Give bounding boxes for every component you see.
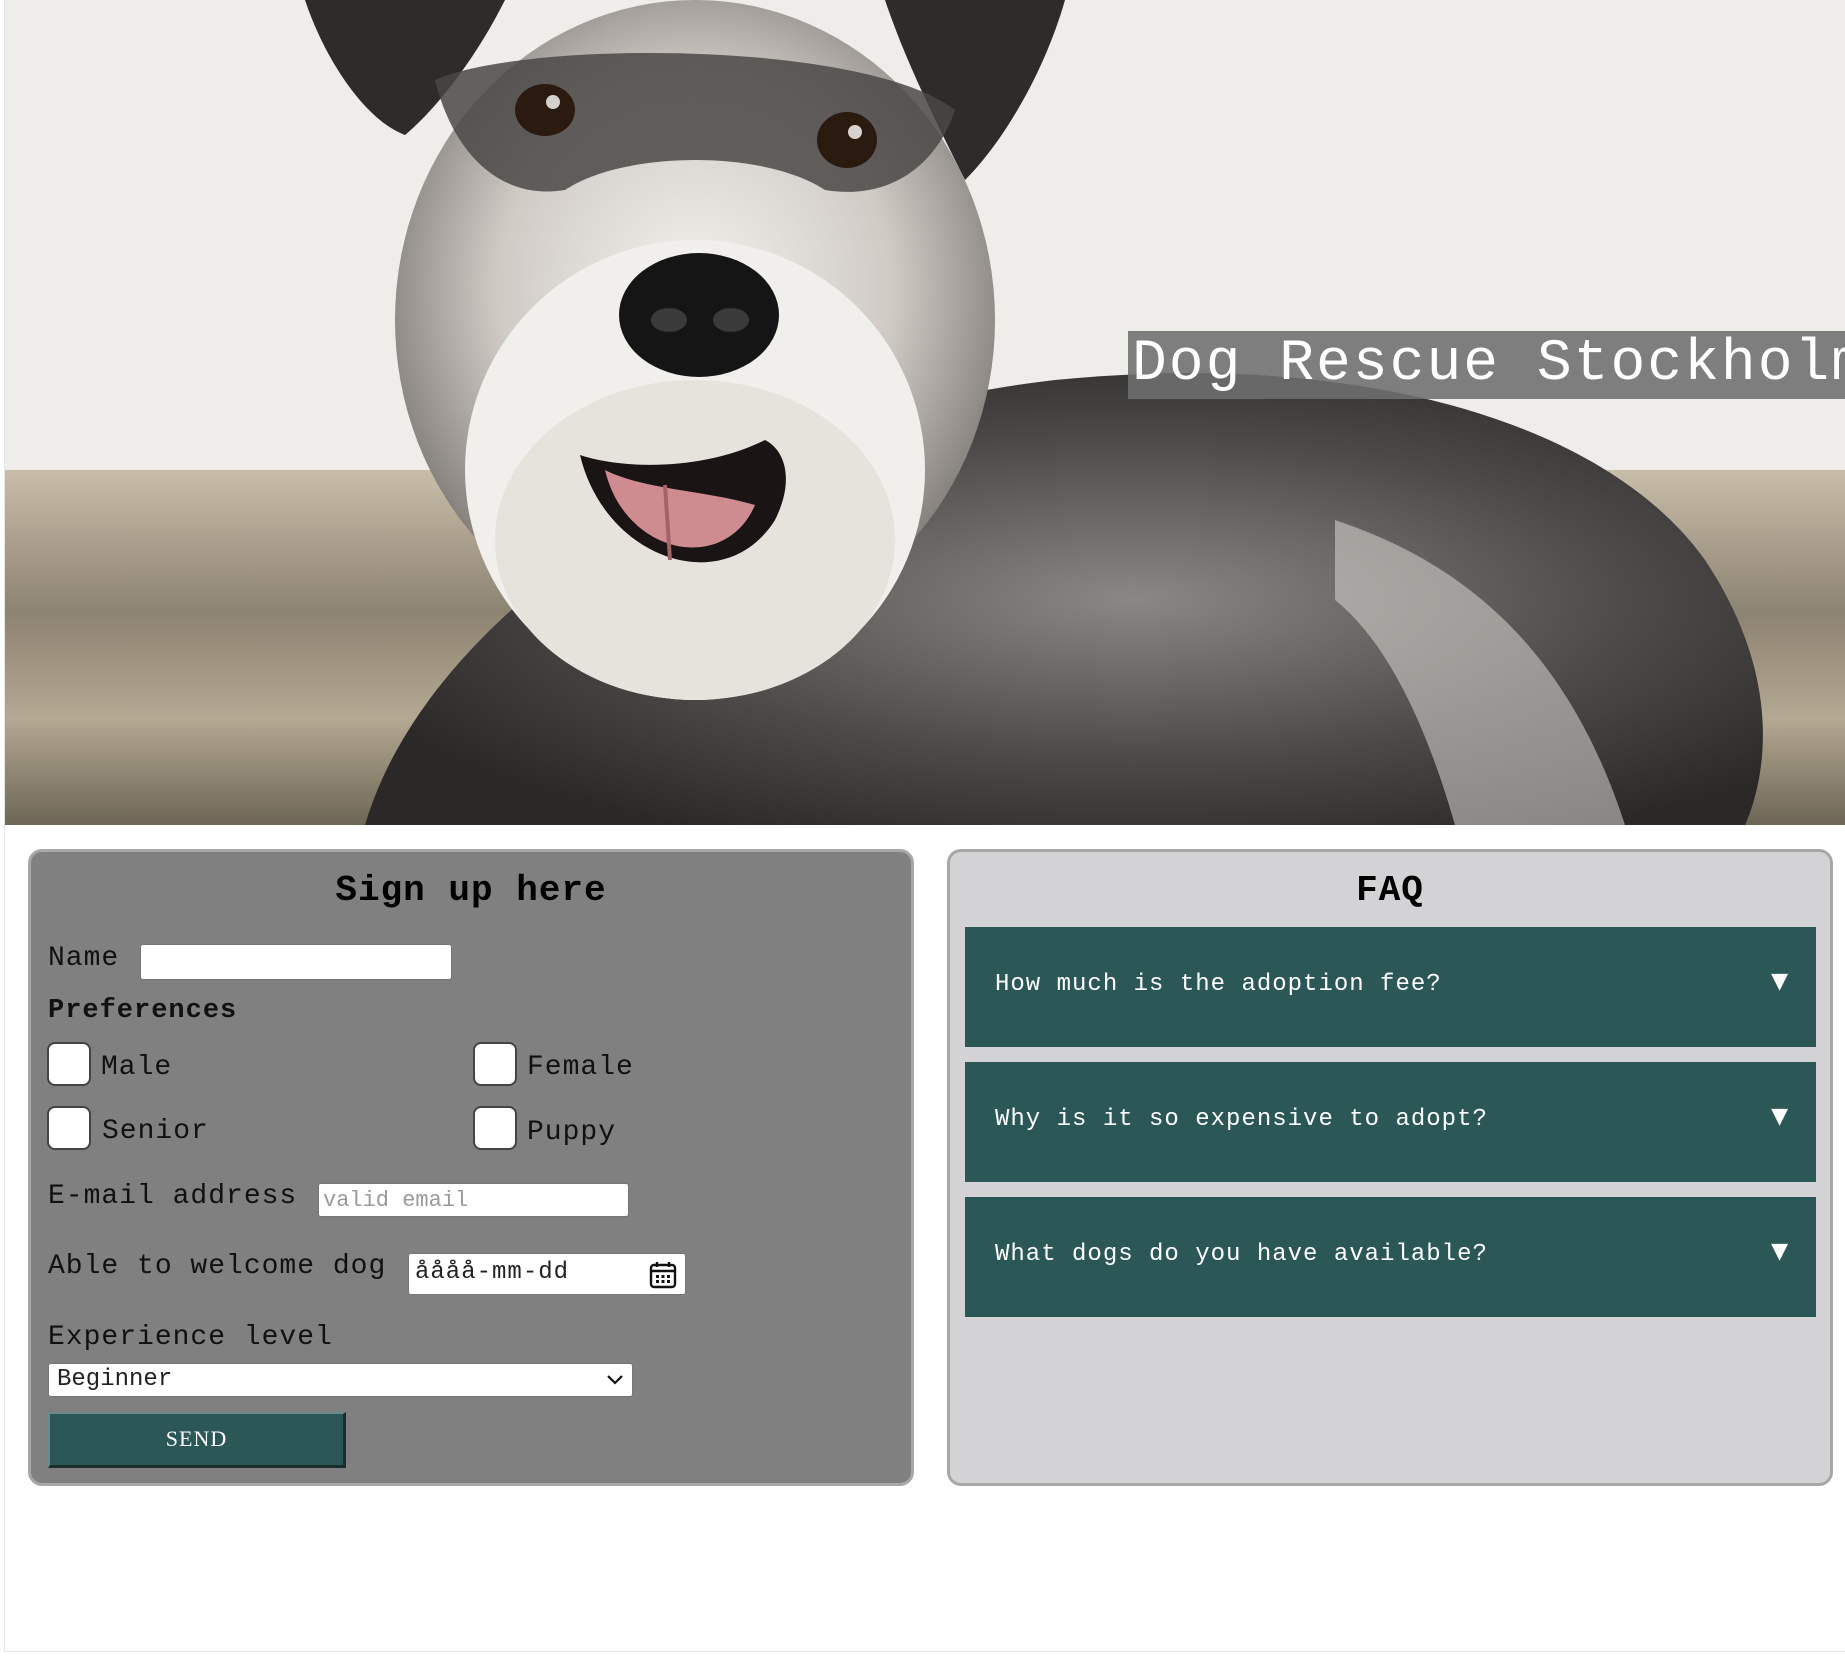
name-field[interactable] (140, 944, 452, 980)
email-field[interactable] (318, 1183, 629, 1217)
checkbox-senior-label: Senior (102, 1116, 209, 1147)
date-label: Able to welcome dog (48, 1251, 387, 1282)
site-title: Dog Rescue Stockholm (1128, 331, 1845, 399)
send-button[interactable]: SEND (48, 1412, 346, 1468)
faq-item[interactable]: Why is it so expensive to adopt? ▼ (965, 1062, 1816, 1182)
experience-select[interactable]: Beginner (48, 1363, 633, 1397)
preferences-label: Preferences (48, 996, 238, 1026)
faq-item[interactable]: How much is the adoption fee? ▼ (965, 927, 1816, 1047)
calendar-icon[interactable] (649, 1261, 677, 1294)
checkbox-male[interactable] (47, 1042, 91, 1086)
checkbox-female[interactable] (473, 1042, 517, 1086)
signup-title: Sign up here (335, 870, 607, 911)
hero-banner: Dog Rescue Stockholm (5, 0, 1845, 825)
triangle-down-icon: ▼ (1771, 1239, 1788, 1264)
faq-item[interactable]: What dogs do you have available? ▼ (965, 1197, 1816, 1317)
checkbox-male-label: Male (101, 1052, 173, 1083)
signup-panel: Sign up here Name Preferences Male Femal… (28, 849, 914, 1486)
faq-question: Why is it so expensive to adopt? (995, 1106, 1488, 1133)
experience-label: Experience level (48, 1322, 333, 1353)
faq-panel: FAQ How much is the adoption fee? ▼ Why … (947, 849, 1833, 1486)
checkbox-senior[interactable] (47, 1106, 91, 1150)
triangle-down-icon: ▼ (1771, 1104, 1788, 1129)
triangle-down-icon: ▼ (1771, 969, 1788, 994)
checkbox-puppy[interactable] (473, 1106, 517, 1150)
faq-title: FAQ (1356, 870, 1424, 911)
date-field[interactable]: åååå-mm-dd (408, 1253, 686, 1295)
name-label: Name (48, 943, 120, 974)
experience-select-value: Beginner (57, 1366, 173, 1393)
faq-question: What dogs do you have available? (995, 1241, 1488, 1268)
date-value: åååå-mm-dd (415, 1259, 570, 1286)
chevron-down-icon (606, 1373, 624, 1392)
checkbox-female-label: Female (527, 1052, 634, 1083)
email-label: E-mail address (48, 1181, 298, 1212)
checkbox-puppy-label: Puppy (527, 1117, 617, 1148)
hero-dog-image (5, 0, 1845, 825)
faq-question: How much is the adoption fee? (995, 971, 1442, 998)
